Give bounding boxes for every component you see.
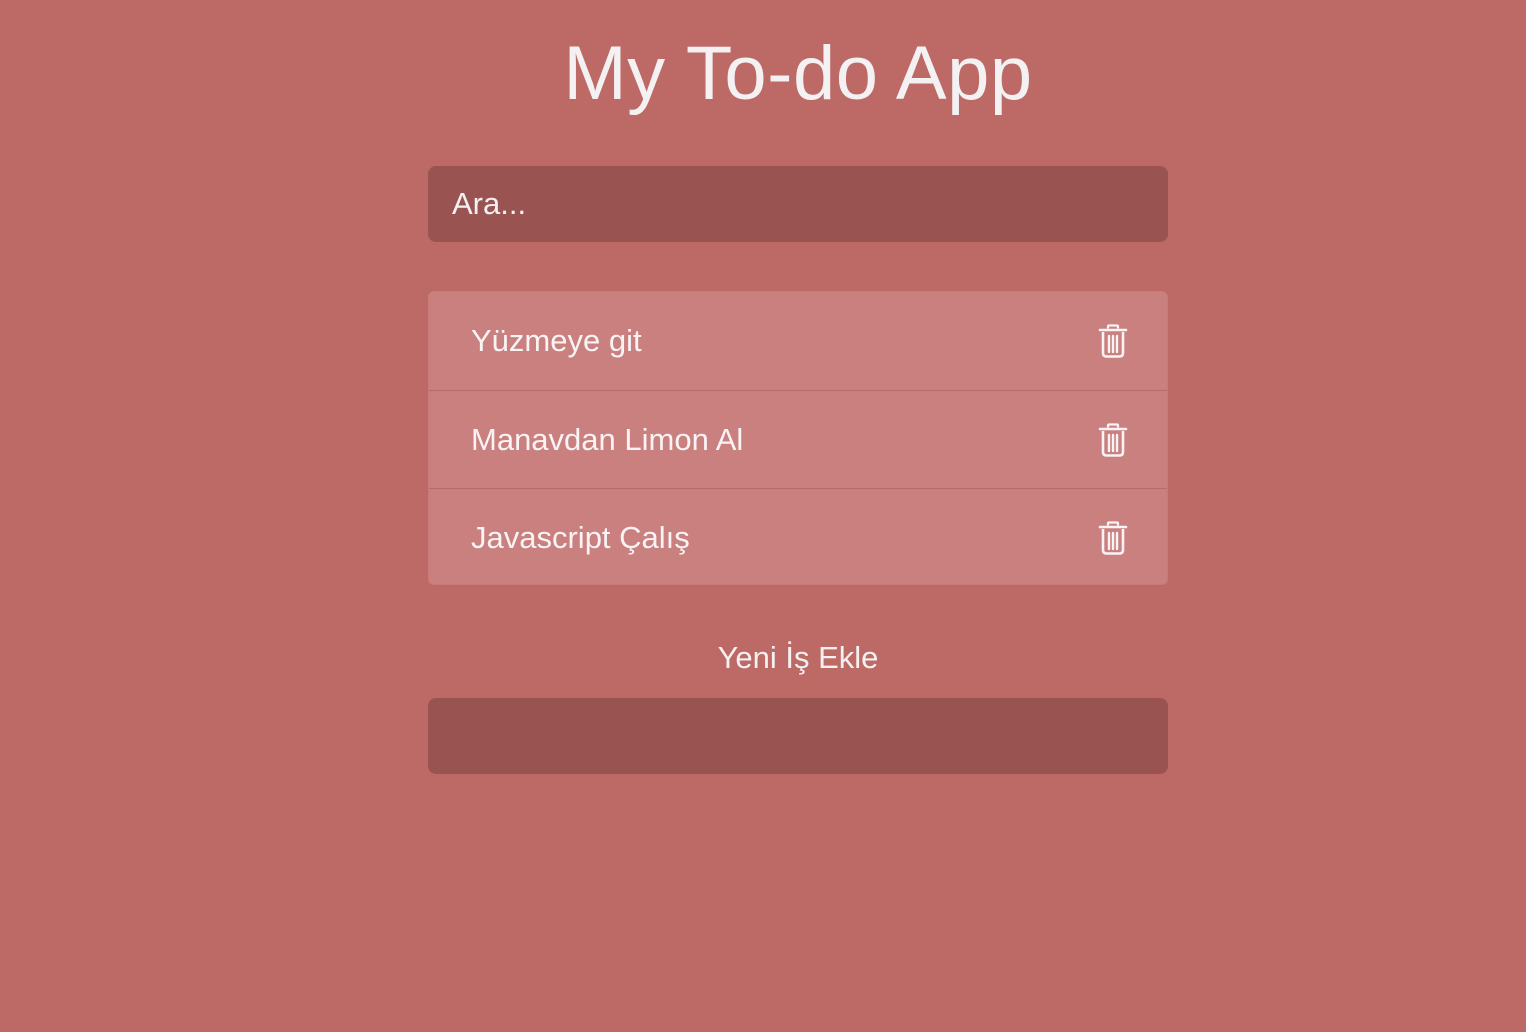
new-task-input[interactable]	[452, 698, 1144, 774]
todo-item: Manavdan Limon Al	[429, 390, 1167, 488]
todo-item-label: Yüzmeye git	[471, 323, 642, 358]
todo-item: Javascript Çalış	[429, 488, 1167, 584]
new-task-label: Yeni İş Ekle	[717, 640, 879, 675]
new-task-field[interactable]	[428, 698, 1168, 774]
trash-icon[interactable]	[1097, 422, 1129, 457]
todo-item: Yüzmeye git	[429, 292, 1167, 390]
todo-item-label: Manavdan Limon Al	[471, 421, 744, 457]
trash-icon[interactable]	[1097, 324, 1129, 358]
search-input[interactable]	[452, 166, 1144, 242]
search-field[interactable]	[428, 166, 1168, 242]
page-title: My To-do App	[563, 31, 1033, 116]
todo-list: Yüzmeye git Manavdan Limon Al Javascript…	[428, 291, 1168, 585]
trash-icon[interactable]	[1097, 520, 1129, 555]
todo-item-label: Javascript Çalış	[471, 519, 690, 555]
